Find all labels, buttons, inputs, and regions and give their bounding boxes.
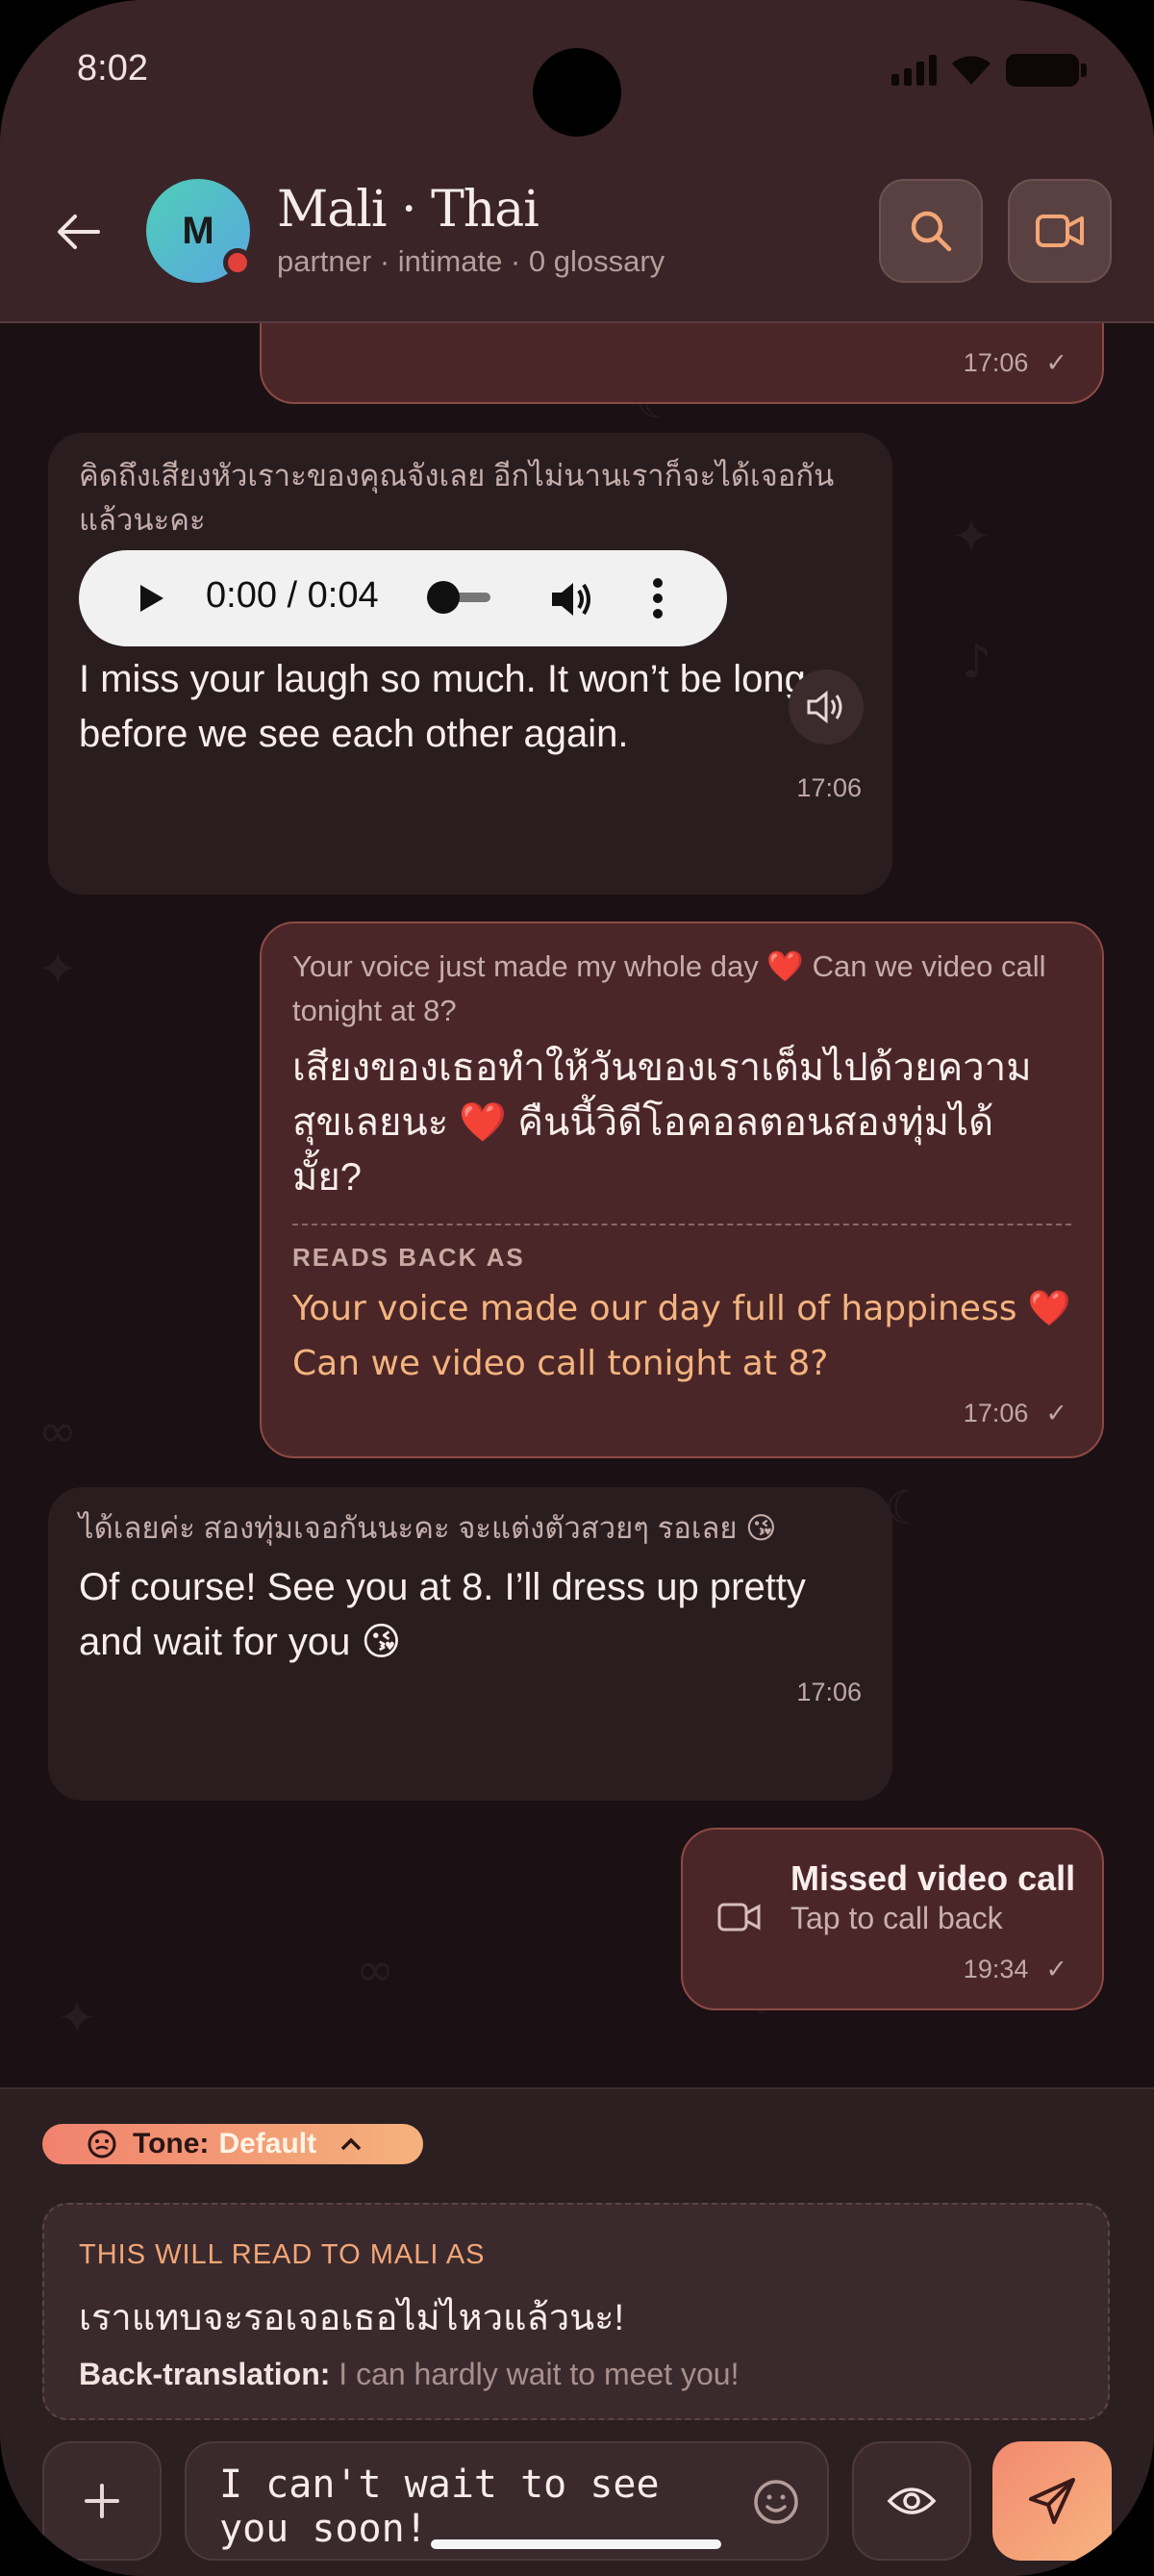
video-camera-icon xyxy=(1036,215,1084,247)
translated-text: I miss your laugh so much. It won’t be l… xyxy=(79,658,806,755)
volume-icon[interactable] xyxy=(548,577,594,621)
arrow-left-icon xyxy=(58,215,100,249)
message-time: 17:06 xyxy=(796,773,862,802)
tone-label: Tone: xyxy=(133,2128,210,2159)
tone-selector[interactable]: Tone: Default xyxy=(42,2124,423,2164)
avatar-initial: M xyxy=(182,209,214,252)
search-icon xyxy=(911,211,952,252)
play-icon[interactable] xyxy=(131,579,169,618)
readback-text: Your voice made our day full of happines… xyxy=(292,1289,1071,1383)
tone-value: Default xyxy=(218,2128,317,2159)
back-translation: Back-translation: I can hardly wait to m… xyxy=(79,2357,739,2392)
audio-time: 0:00 / 0:04 xyxy=(206,575,379,616)
video-call-button[interactable] xyxy=(1008,179,1112,283)
message-time: 17:06 xyxy=(963,348,1029,377)
message-meta: 17:06 xyxy=(796,773,862,803)
camera-cutout xyxy=(533,48,621,137)
contact-name[interactable]: Mali · Thai xyxy=(277,181,539,239)
audio-player[interactable]: 0:00 / 0:04 xyxy=(79,550,727,646)
message-bubble-incoming[interactable]: ได้เลยค่ะ สองทุ่มเจอกันนะคะ จะแต่งตัวสวย… xyxy=(48,1487,892,1801)
original-text: Your voice just made my whole day ❤️ Can… xyxy=(292,949,1046,1027)
eye-icon xyxy=(887,2488,937,2514)
avatar[interactable]: M xyxy=(146,179,252,283)
readback-label: READS BACK AS xyxy=(292,1243,525,1272)
chevron-up-icon xyxy=(340,2137,362,2151)
status-time: 8:02 xyxy=(77,48,148,88)
battery-icon xyxy=(1006,54,1087,87)
speaker-icon xyxy=(807,690,842,724)
search-button[interactable] xyxy=(879,179,983,283)
back-translation-label: Back-translation: xyxy=(79,2357,331,2391)
message-bubble-incoming[interactable]: คิดถึงเสียงหัวเราะของคุณจังเลย อีกไม่นาน… xyxy=(48,433,892,895)
missed-call-title: Missed video call xyxy=(790,1858,1076,1898)
message-meta: 17:06 ✓ xyxy=(964,1399,1067,1428)
chat-header: M Mali · Thai partner · intimate · 0 glo… xyxy=(0,144,1154,323)
tone-face-icon xyxy=(88,2130,116,2159)
message-bubble-outgoing[interactable]: Your voice just made my whole day ❤️ Can… xyxy=(260,922,1104,1458)
message-input-text[interactable]: I can't wait to see you soon! xyxy=(219,2462,719,2551)
translated-text: Of course! See you at 8. I’ll dress up p… xyxy=(79,1566,806,1663)
audio-scrubber-thumb[interactable] xyxy=(427,581,460,614)
plus-icon xyxy=(85,2484,119,2518)
video-camera-icon xyxy=(717,1903,761,1932)
missed-call-subtitle: Tap to call back xyxy=(790,1901,1003,1935)
preview-toggle-button[interactable] xyxy=(852,2441,971,2561)
message-meta: 19:34 ✓ xyxy=(964,1955,1067,1984)
message-time: 19:34 xyxy=(963,1955,1029,1983)
cellular-signal-icon xyxy=(891,55,937,86)
home-indicator[interactable] xyxy=(431,2539,721,2549)
back-translation-text: I can hardly wait to meet you! xyxy=(339,2357,740,2391)
message-meta: 17:06 xyxy=(796,1678,862,1707)
preview-label: THIS WILL READ TO MALI AS xyxy=(79,2239,486,2270)
contact-subtitle: partner · intimate · 0 glossary xyxy=(277,244,665,278)
more-options-icon[interactable] xyxy=(652,577,664,619)
phone-screen: ☾ ✿ ✦ ♪ ✿ ☾ ✿ ☾ ✦ ✿ ♡ ∞ ☾ ☾ ♡ ∞ ♡ ✦ 8:02 xyxy=(0,0,1154,2576)
back-button[interactable] xyxy=(48,202,108,262)
status-bar: 8:02 xyxy=(0,0,1154,144)
message-time: 17:06 xyxy=(963,1399,1029,1427)
sent-check-icon: ✓ xyxy=(1045,348,1067,377)
send-icon xyxy=(1029,2478,1075,2524)
original-text: คิดถึงเสียงหัวเราะของคุณจังเลย อีกไม่นาน… xyxy=(79,459,835,537)
sent-check-icon: ✓ xyxy=(1045,1399,1067,1427)
status-dot xyxy=(223,248,252,277)
composer: Tone: Default THIS WILL READ TO MALI AS … xyxy=(0,2087,1154,2576)
preview-text: เราแทบจะรอเจอเธอไม่ไหวแล้วนะ! xyxy=(79,2298,625,2338)
message-meta: 17:06 ✓ xyxy=(964,348,1067,378)
message-time: 17:06 xyxy=(796,1678,862,1706)
status-icons xyxy=(891,54,1087,87)
readback-divider xyxy=(292,1224,1071,1225)
wifi-icon xyxy=(952,56,991,85)
attach-button[interactable] xyxy=(42,2441,162,2561)
missed-call-bubble[interactable]: Missed video call Tap to call back 19:34… xyxy=(681,1828,1104,2010)
send-button[interactable] xyxy=(992,2441,1112,2561)
translation-preview: THIS WILL READ TO MALI AS เราแทบจะรอเจอเ… xyxy=(42,2203,1110,2420)
sent-check-icon: ✓ xyxy=(1045,1955,1067,1983)
play-translation-button[interactable] xyxy=(789,669,864,745)
translated-text: เสียงของเธอทำให้วันของเราเต็มไปด้วยความส… xyxy=(292,1047,1032,1199)
emoji-icon[interactable] xyxy=(752,2478,800,2526)
original-text: ได้เลยค่ะ สองทุ่มเจอกันนะคะ จะแต่งตัวสวย… xyxy=(79,1511,777,1545)
